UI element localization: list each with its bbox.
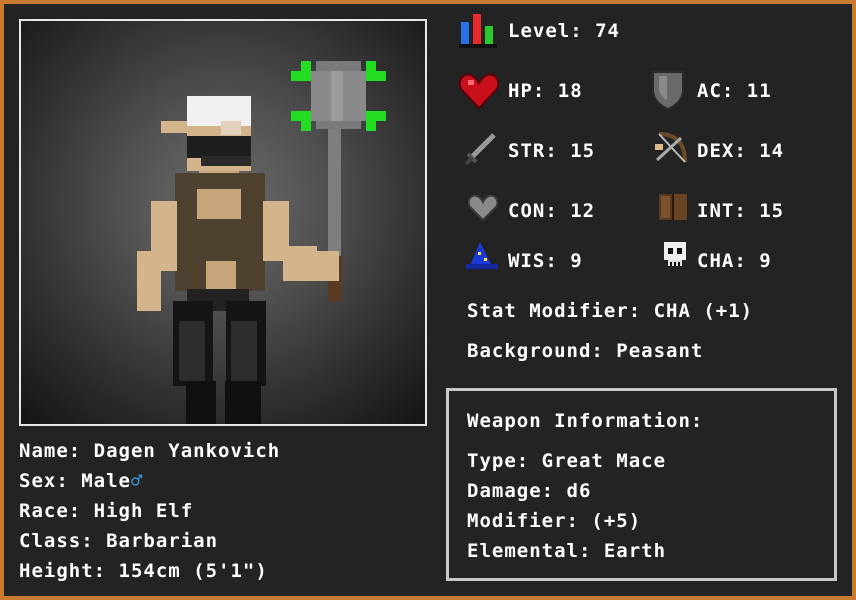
book-icon bbox=[659, 194, 687, 220]
race-row: Race: High Elf bbox=[19, 500, 193, 522]
name-row: Name: Dagen Yankovich bbox=[19, 440, 280, 462]
weapon-elemental-row: Elemental: Earth bbox=[467, 540, 666, 562]
height-row: Height: 154cm (5'1") bbox=[19, 560, 268, 582]
weapon-elemental-label: Elemental: bbox=[467, 540, 592, 562]
sex-value: Male bbox=[81, 470, 131, 492]
wis-row: WIS: 9 bbox=[508, 250, 583, 272]
name-value: Dagen Yankovich bbox=[93, 440, 281, 462]
height-label: Height: bbox=[19, 560, 107, 582]
level-value: 74 bbox=[595, 20, 620, 42]
height-value: 154cm (5'1") bbox=[118, 560, 268, 582]
int-row: INT: 15 bbox=[697, 200, 784, 222]
race-label: Race: bbox=[19, 500, 82, 522]
weapon-damage-label: Damage: bbox=[467, 480, 555, 502]
weapon-info-title: Weapon Information: bbox=[467, 410, 704, 432]
hp-value: 18 bbox=[557, 80, 583, 102]
grey-heart-icon bbox=[468, 194, 498, 222]
stat-bars-icon bbox=[459, 14, 497, 48]
wizard-hat-icon bbox=[466, 242, 498, 269]
stat-modifier-row: Stat Modifier: CHA (+1) bbox=[467, 300, 753, 322]
race-value: High Elf bbox=[93, 500, 194, 522]
background-row: Background: Peasant bbox=[467, 340, 703, 362]
cha-value: 9 bbox=[759, 250, 772, 272]
weapon-damage-value: d6 bbox=[566, 480, 592, 502]
stat-modifier-value: CHA (+1) bbox=[653, 300, 754, 322]
sex-row: Sex: Male♂ bbox=[19, 470, 143, 492]
dex-value: 14 bbox=[759, 140, 785, 162]
hp-row: HP: 18 bbox=[508, 80, 583, 102]
weapon-modifier-label: Modifier: bbox=[467, 510, 579, 532]
sex-label: Sex: bbox=[19, 470, 69, 492]
background-label: Background: bbox=[467, 340, 604, 362]
con-label: CON: bbox=[508, 200, 558, 222]
str-value: 15 bbox=[570, 140, 596, 162]
ac-label: AC: bbox=[697, 80, 735, 102]
heart-icon bbox=[459, 73, 499, 110]
con-row: CON: 12 bbox=[508, 200, 595, 222]
cha-row: CHA: 9 bbox=[697, 250, 772, 272]
dex-label: DEX: bbox=[697, 140, 747, 162]
ac-row: AC: 11 bbox=[697, 80, 772, 102]
cha-label: CHA: bbox=[697, 250, 747, 272]
int-value: 15 bbox=[759, 200, 785, 222]
dex-row: DEX: 14 bbox=[697, 140, 784, 162]
con-value: 12 bbox=[570, 200, 596, 222]
bow-icon bbox=[655, 132, 687, 163]
str-label: STR: bbox=[508, 140, 558, 162]
weapon-elemental-value: Earth bbox=[603, 540, 667, 562]
stat-modifier-label: Stat Modifier: bbox=[467, 300, 642, 322]
ac-value: 11 bbox=[746, 80, 772, 102]
int-label: INT: bbox=[697, 200, 747, 222]
level-row: Level: 74 bbox=[508, 20, 620, 42]
sword-icon bbox=[464, 133, 496, 166]
weapon-modifier-row: Modifier: (+5) bbox=[467, 510, 641, 532]
class-label: Class: bbox=[19, 530, 94, 552]
weapon-type-label: Type: bbox=[467, 450, 530, 472]
str-row: STR: 15 bbox=[508, 140, 595, 162]
level-label: Level: bbox=[508, 20, 583, 42]
wis-value: 9 bbox=[570, 250, 583, 272]
weapon-type-value: Great Mace bbox=[541, 450, 667, 472]
weapon-type-row: Type: Great Mace bbox=[467, 450, 666, 472]
background-value: Peasant bbox=[616, 340, 704, 362]
hp-label: HP: bbox=[508, 80, 546, 102]
weapon-damage-row: Damage: d6 bbox=[467, 480, 591, 502]
weapon-modifier-value: (+5) bbox=[591, 510, 642, 532]
class-value: Barbarian bbox=[106, 530, 219, 552]
shield-icon bbox=[652, 71, 684, 110]
skull-icon bbox=[664, 242, 686, 266]
name-label: Name: bbox=[19, 440, 82, 462]
character-sprite bbox=[137, 61, 386, 424]
male-symbol-icon: ♂ bbox=[130, 470, 144, 492]
character-portrait bbox=[19, 19, 427, 426]
wis-label: WIS: bbox=[508, 250, 558, 272]
class-row: Class: Barbarian bbox=[19, 530, 218, 552]
